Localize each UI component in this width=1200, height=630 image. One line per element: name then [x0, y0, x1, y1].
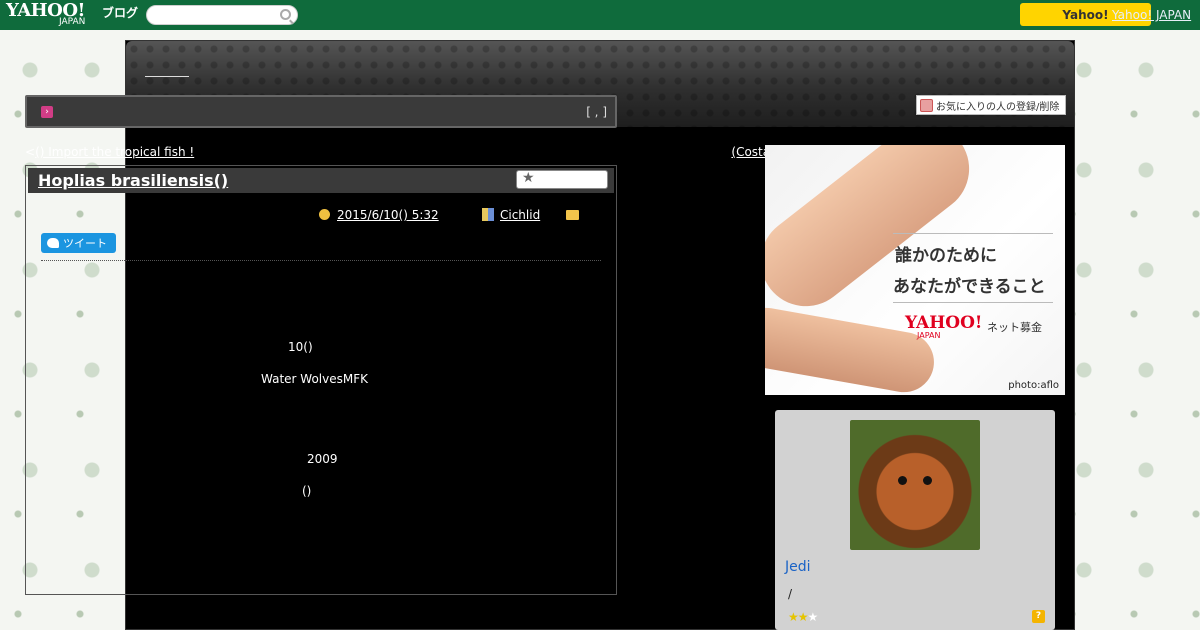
rating-star: ★ [807, 610, 819, 624]
prev-post-link[interactable]: <() Import the tropical fish ! [25, 145, 194, 159]
book-icon [482, 208, 494, 221]
post: Hoplias brasiliensis() ★ 2015/6/10() 5:3… [25, 165, 617, 595]
category-meta: [ , ] [586, 105, 607, 119]
profile-name[interactable]: Jedi [785, 559, 811, 575]
blog-logo[interactable]: ブログ [102, 4, 138, 21]
ad-yahoo-logo-sub: JAPAN [917, 331, 941, 340]
twitter-bird-icon [47, 238, 59, 248]
profile-separator: / [788, 587, 793, 601]
favorite-button[interactable]: お気に入りの人の登録/削除 [916, 95, 1066, 115]
prev-post-label[interactable]: () Import the tropical fish ! [35, 145, 194, 159]
post-date[interactable]: 2015/6/10() 5:32 [337, 208, 439, 222]
search-input[interactable] [146, 5, 298, 25]
post-meta: 2015/6/10() 5:32 Cichlid [26, 208, 616, 224]
top-header: YAHOO! JAPAN ブログ Yahoo! Yahoo! JAPAN [0, 0, 1200, 30]
post-title-bar: Hoplias brasiliensis() ★ [28, 168, 614, 193]
clock-icon [319, 209, 330, 220]
post-body-line: () [302, 484, 312, 498]
ad-rule [893, 233, 1053, 234]
help-icon[interactable]: ? [1032, 610, 1045, 623]
avatar[interactable] [850, 420, 980, 550]
ad-rule [893, 302, 1053, 303]
heart-icon [920, 98, 933, 112]
rating-star: ★ [797, 610, 809, 624]
tweet-button-label: ツイート [63, 237, 107, 250]
search-icon[interactable] [280, 9, 291, 20]
category-arrow-icon[interactable]: › [41, 106, 53, 118]
divider [41, 260, 601, 261]
folder-link[interactable] [582, 208, 596, 222]
ad-headline-2: あなたができること [893, 277, 1046, 297]
rating-stars: ★★★ [788, 610, 819, 624]
yahoo-japan-link[interactable]: Yahoo! JAPAN [1112, 8, 1191, 22]
folder-icon [566, 210, 579, 220]
post-body-line: Water WolvesMFK [261, 372, 368, 386]
ad-headline-1: 誰かのために [895, 246, 997, 266]
profile-card: Jedi / ★★★ ? [775, 410, 1055, 630]
ad-service: ネット募金 [987, 321, 1042, 334]
ad-hand-image [765, 145, 988, 325]
post-title[interactable]: Hoplias brasiliensis() [38, 171, 228, 190]
post-category[interactable]: Cichlid [500, 208, 540, 222]
blog-title[interactable] [145, 76, 189, 77]
favorite-button-label: お気に入りの人の登録/削除 [936, 101, 1060, 113]
star-button[interactable]: ★ [516, 170, 608, 189]
post-body-line: 10() [288, 340, 313, 354]
ad-banner[interactable]: 誰かのために あなたができること YAHOO! JAPAN ネット募金 phot… [765, 145, 1065, 395]
star-icon: ★ [522, 170, 535, 186]
post-body-line: 2009 [307, 452, 338, 466]
rating-star: ★ [788, 610, 799, 624]
yahoo-logo-sub: JAPAN [59, 17, 86, 27]
prev-arrow: < [25, 145, 36, 159]
category-bar: › [ , ] [25, 95, 617, 128]
tweet-button[interactable]: ツイート [41, 233, 116, 253]
ad-yahoo-logo: YAHOO! [905, 313, 983, 333]
ad-credit: photo:aflo [1008, 380, 1059, 391]
